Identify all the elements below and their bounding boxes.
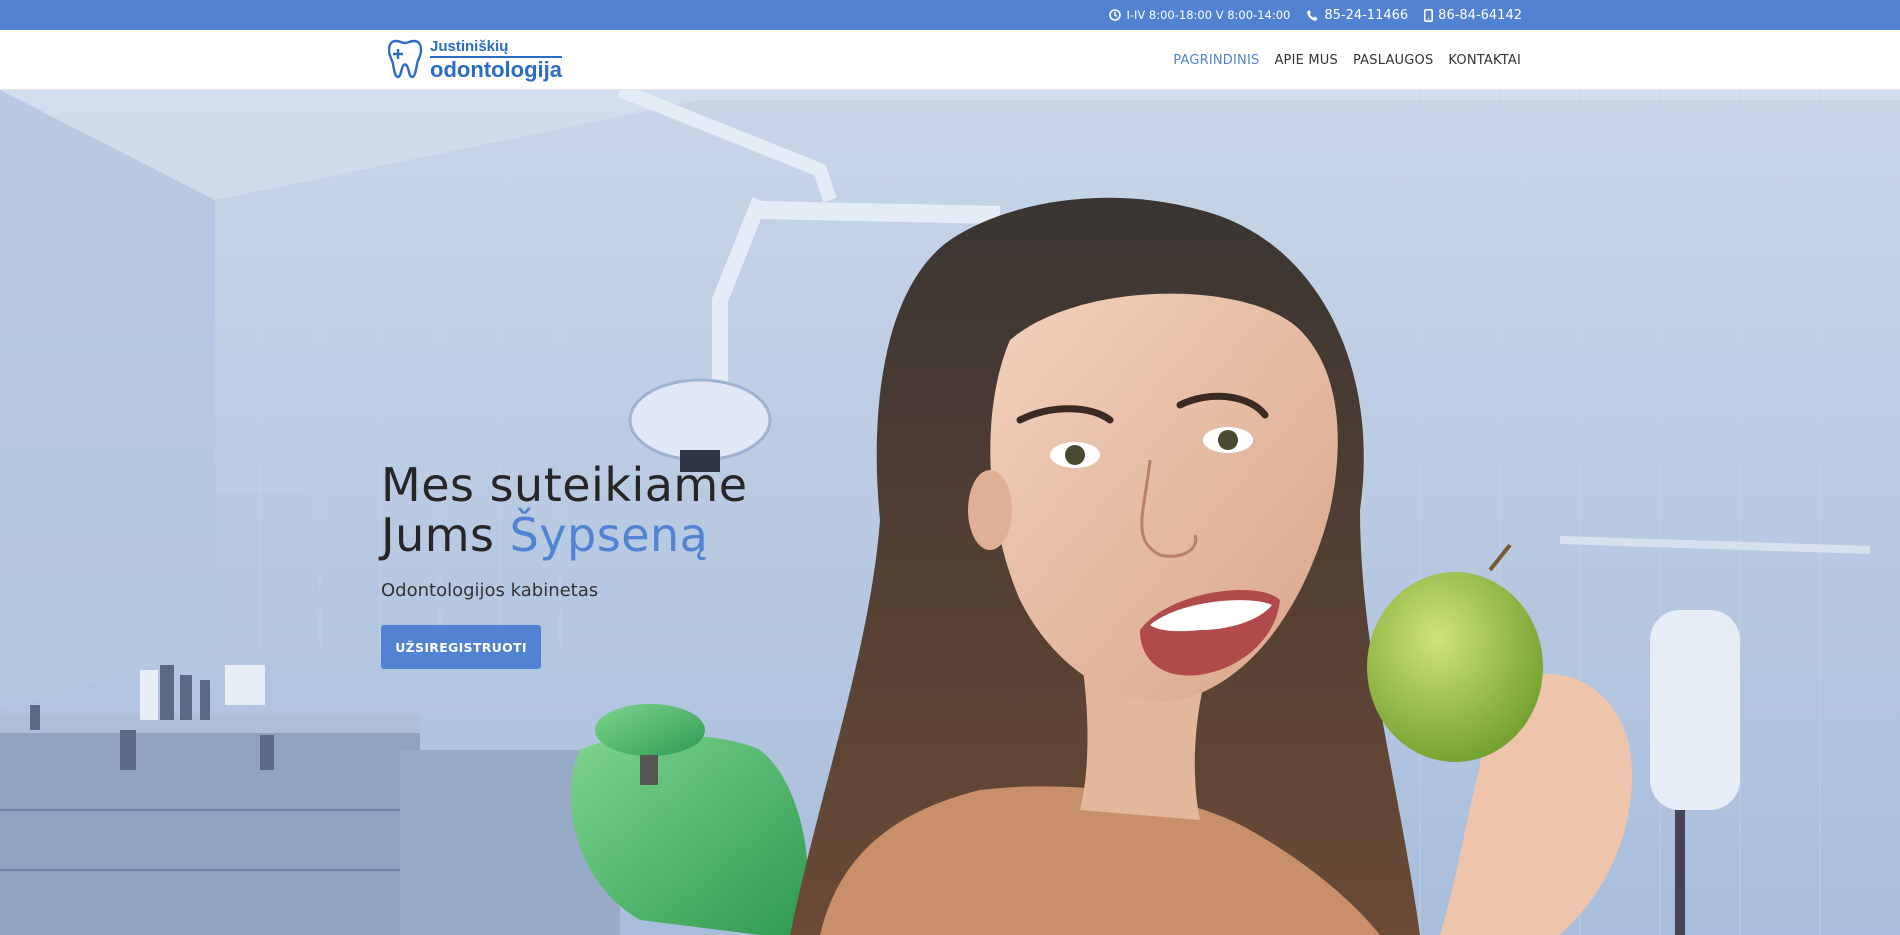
- hero-section: Mes suteikiame Jums Šypseną Odontologijo…: [0, 90, 1900, 935]
- contact-info: I-IV 8:00-18:00 V 8:00-14:00 85-24-11466…: [1109, 0, 1522, 30]
- headline-line-1: Mes suteikiame: [381, 458, 748, 512]
- mobile-number[interactable]: 86-84-64142: [1424, 8, 1522, 23]
- clock-icon: [1109, 9, 1122, 21]
- headline-accent-word: Šypseną: [509, 508, 709, 562]
- hero-background-image: [0, 90, 1900, 935]
- main-nav: PAGRINDINIS APIE MUS PASLAUGOS KONTAKTAI: [1173, 30, 1521, 90]
- register-button[interactable]: UŽSIREGISTRUOTI: [381, 625, 541, 669]
- site-header: Justiniškių odontologija PAGRINDINIS API…: [0, 30, 1900, 90]
- nav-item-paslaugos[interactable]: PASLAUGOS: [1353, 53, 1433, 68]
- hero-subtitle: Odontologijos kabinetas: [381, 580, 599, 601]
- hero-headline: Mes suteikiame Jums Šypseną: [381, 460, 748, 560]
- top-info-bar: I-IV 8:00-18:00 V 8:00-14:00 85-24-11466…: [0, 0, 1900, 30]
- phone-icon: [1306, 9, 1319, 22]
- phone-number-text: 85-24-11466: [1324, 7, 1409, 23]
- site-logo[interactable]: Justiniškių odontologija: [387, 36, 562, 84]
- nav-item-pagrindinis[interactable]: PAGRINDINIS: [1173, 53, 1259, 68]
- headline-line-2-plain: Jums: [381, 508, 495, 562]
- hero-text-block: Mes suteikiame Jums Šypseną Odontologijo…: [381, 460, 748, 669]
- mobile-icon: [1424, 8, 1434, 22]
- tooth-icon: [387, 37, 426, 83]
- opening-hours: I-IV 8:00-18:00 V 8:00-14:00: [1109, 8, 1290, 22]
- logo-name-line: Justiniškių: [430, 38, 509, 55]
- nav-item-kontaktai[interactable]: KONTAKTAI: [1448, 53, 1521, 68]
- nav-item-apie-mus[interactable]: APIE MUS: [1274, 53, 1338, 68]
- logo-subtitle-line: odontologija: [430, 56, 562, 82]
- phone-number[interactable]: 85-24-11466: [1306, 8, 1408, 23]
- mobile-number-text: 86-84-64142: [1438, 7, 1522, 23]
- opening-hours-text: I-IV 8:00-18:00 V 8:00-14:00: [1126, 8, 1291, 22]
